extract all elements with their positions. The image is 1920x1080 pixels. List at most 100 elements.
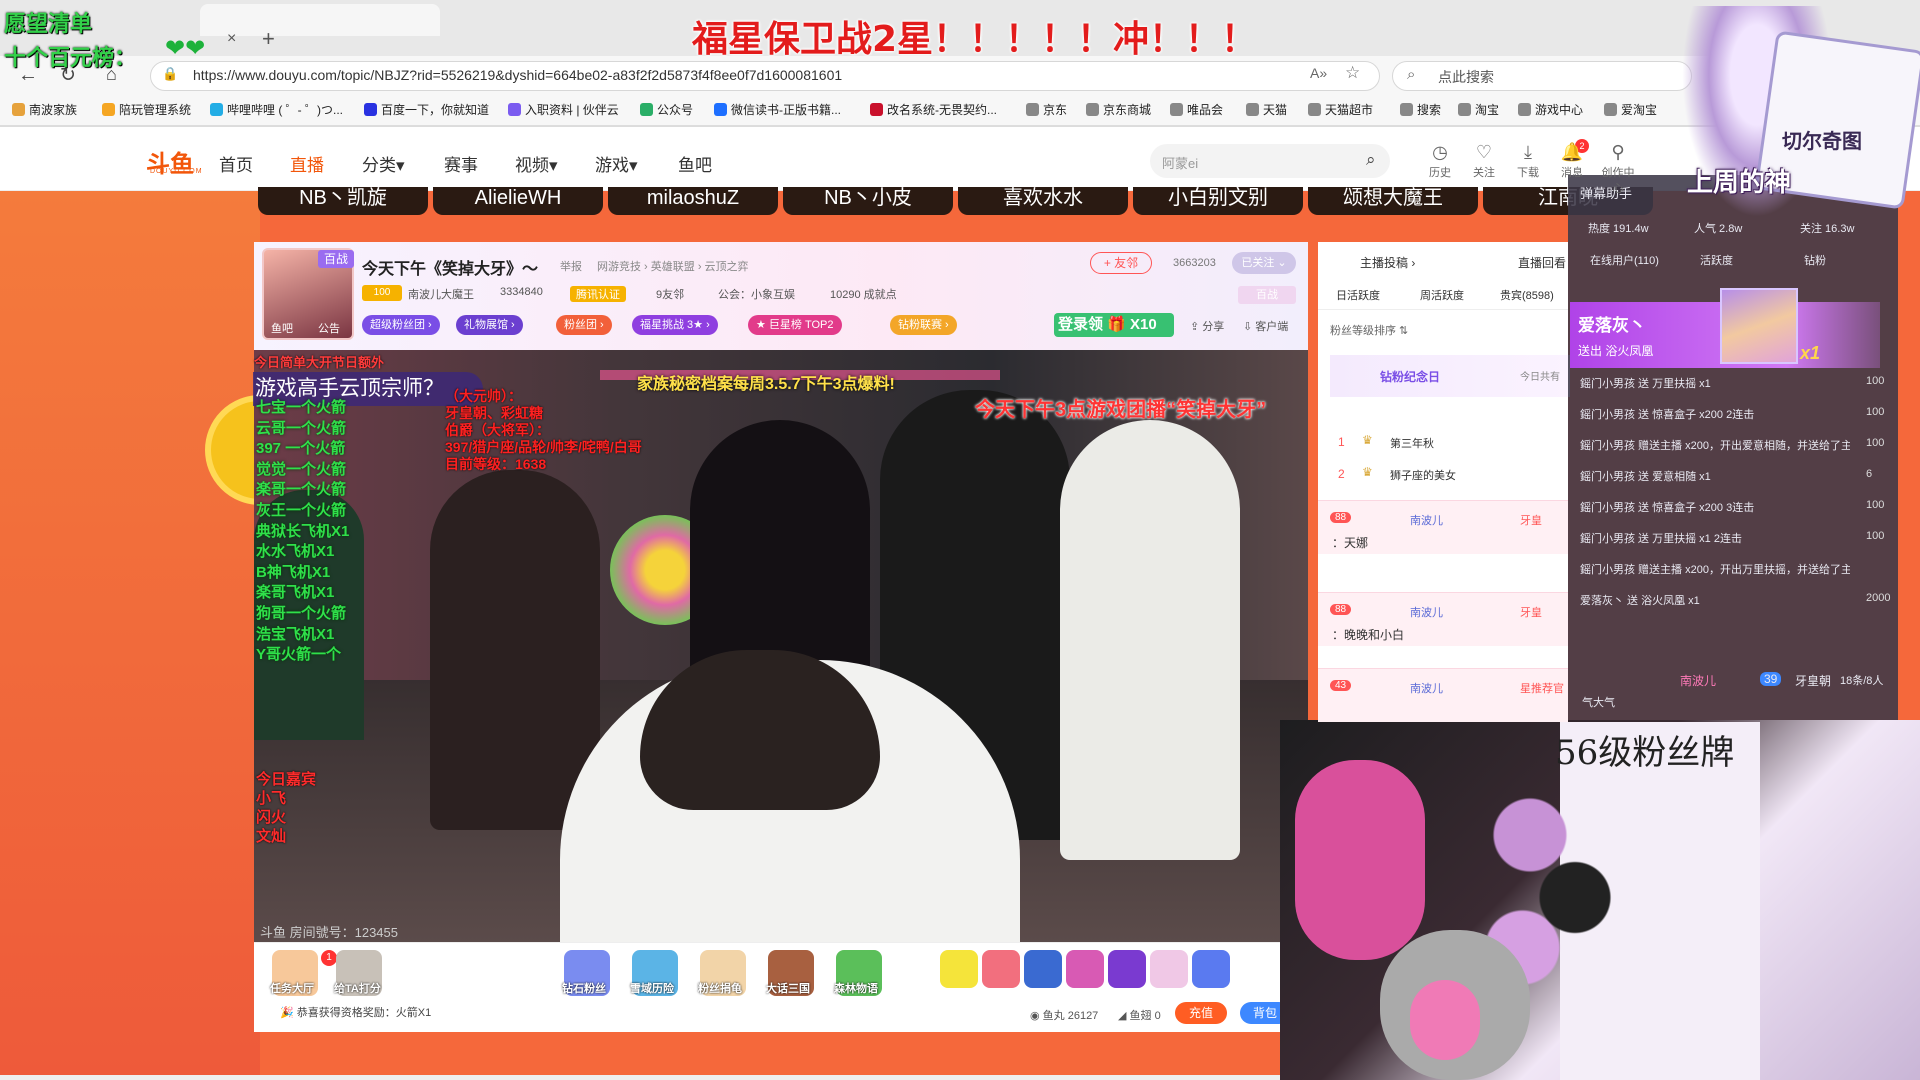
recommend-tab[interactable]: 颂想大魔王 bbox=[1308, 187, 1478, 215]
chat-username[interactable]: 南波儿 bbox=[1410, 604, 1443, 620]
nav-item[interactable]: 赛事 bbox=[444, 151, 478, 176]
recharge-button[interactable]: 充值 bbox=[1175, 1002, 1227, 1024]
header-download-button[interactable]: ⤓ 下载 bbox=[1510, 142, 1546, 180]
gift-label[interactable]: 粉丝捐龟 bbox=[698, 980, 742, 996]
read-aloud-icon[interactable]: A» bbox=[1310, 65, 1327, 81]
bookmark-item[interactable]: 搜索 bbox=[1400, 101, 1441, 118]
bookmark-label: 爱淘宝 bbox=[1621, 103, 1658, 117]
gift-label[interactable]: 雪域历险 bbox=[630, 980, 674, 996]
panel-tab[interactable]: 钻粉 bbox=[1804, 252, 1826, 268]
bookmark-item[interactable]: 哔哩哔哩 ( ゜- ゜)つ... bbox=[210, 101, 343, 118]
bookmark-item[interactable]: 天猫超市 bbox=[1308, 101, 1373, 118]
recommend-tab[interactable]: AlielieWH bbox=[433, 187, 603, 215]
chat-username[interactable]: 南波儿 bbox=[1410, 680, 1443, 696]
header-message-button[interactable]: 🔔 消息 bbox=[1554, 142, 1590, 180]
douyu-logo[interactable]: 斗鱼 DOUYU.COM bbox=[122, 143, 202, 178]
mini-gift-icon[interactable] bbox=[1150, 950, 1188, 988]
header-message-icon: 🔔 bbox=[1560, 142, 1584, 162]
achievement-points[interactable]: 10290 成就点 bbox=[830, 286, 897, 302]
bookmark-item[interactable]: 爱淘宝 bbox=[1604, 101, 1657, 118]
room-pill-button[interactable]: 超级粉丝团 › bbox=[362, 315, 440, 335]
lock-icon[interactable]: 🔒 bbox=[162, 66, 178, 82]
search-icon[interactable]: ⌕ bbox=[1366, 150, 1376, 170]
nav-item[interactable]: 游戏▾ bbox=[595, 151, 638, 176]
nav-item[interactable]: 分类▾ bbox=[362, 151, 405, 176]
room-pill-button[interactable]: 福星挑战 3★ › bbox=[632, 315, 718, 335]
recommend-tab[interactable]: 小白别文别 bbox=[1133, 187, 1303, 215]
gift-label[interactable]: 森林物语 bbox=[834, 980, 878, 996]
rank-name[interactable]: 第三年秋 bbox=[1390, 435, 1434, 451]
nav-item[interactable]: 鱼吧 bbox=[678, 151, 712, 176]
fishbar-link[interactable]: 鱼吧 bbox=[271, 320, 293, 336]
follow-button[interactable]: 已关注 ⌄ bbox=[1232, 252, 1296, 274]
douyu-search-placeholder[interactable]: 阿蒙ei bbox=[1162, 153, 1198, 172]
recommend-tab[interactable]: NB丶凯旋 bbox=[258, 187, 428, 215]
tab-weekly-activity[interactable]: 周活跃度 bbox=[1420, 287, 1464, 303]
mini-gift-icon[interactable] bbox=[1024, 950, 1062, 988]
bookmark-item[interactable]: 南波家族 bbox=[12, 101, 77, 118]
mini-gift-icon[interactable] bbox=[1066, 950, 1104, 988]
recommend-tab[interactable]: milaoshuZ bbox=[608, 187, 778, 215]
nav-item[interactable]: 直播 bbox=[290, 151, 324, 176]
nav-item[interactable]: 首页 bbox=[219, 151, 253, 176]
room-pill-button[interactable]: ★ 巨星榜 TOP2 bbox=[748, 315, 842, 335]
header-history-button[interactable]: ◷ 历史 bbox=[1422, 142, 1458, 180]
bookmark-item[interactable]: 入职资料 | 伙伴云 bbox=[508, 101, 619, 118]
panel-gift-count: 100 bbox=[1866, 437, 1885, 449]
room-pill-button[interactable]: 粉丝团 › bbox=[556, 315, 612, 335]
chat-username[interactable]: 南波儿 bbox=[1410, 512, 1443, 528]
nav-item[interactable]: 视频▾ bbox=[515, 151, 558, 176]
anchor-name[interactable]: 南波儿大魔王 bbox=[408, 286, 474, 302]
rank-name[interactable]: 狮子座的美女 bbox=[1390, 467, 1456, 483]
bookmark-item[interactable]: 京东 bbox=[1026, 101, 1067, 118]
panel-tab[interactable]: 活跃度 bbox=[1700, 252, 1733, 268]
bookmark-item[interactable]: 公众号 bbox=[640, 101, 693, 118]
tab-replay[interactable]: 直播回看 bbox=[1518, 254, 1566, 271]
bookmark-item[interactable]: 微信读书-正版书籍... bbox=[714, 101, 841, 118]
bookmark-item[interactable]: 陪玩管理系统 bbox=[102, 101, 191, 118]
add-friend-button[interactable]: + 友邻 bbox=[1090, 252, 1152, 274]
bookmark-item[interactable]: 唯品会 bbox=[1170, 101, 1223, 118]
bookmark-item[interactable]: 改名系统-无畏契约... bbox=[870, 101, 997, 118]
tab-daily-activity[interactable]: 日活跃度 bbox=[1336, 287, 1380, 303]
url-text[interactable]: https://www.douyu.com/topic/NBJZ?rid=552… bbox=[193, 67, 842, 83]
bookmark-item[interactable]: 游戏中心 bbox=[1518, 101, 1583, 118]
user-level-badge: 43 bbox=[1330, 680, 1352, 691]
bookmark-item[interactable]: 淘宝 bbox=[1458, 101, 1499, 118]
login-claim-button[interactable]: 登录领 🎁 X10 bbox=[1054, 313, 1174, 337]
bookmark-item[interactable]: 百度一下，你就知道 bbox=[364, 101, 489, 118]
sort-label[interactable]: 粉丝等级排序 ⇅ bbox=[1330, 322, 1408, 338]
header-follow-button[interactable]: ♡ 关注 bbox=[1466, 142, 1502, 180]
browser-search-placeholder[interactable]: 点此搜索 bbox=[1438, 67, 1494, 87]
recommend-tab[interactable]: 喜欢水水 bbox=[958, 187, 1128, 215]
gift-label[interactable]: 大话三国 bbox=[766, 980, 810, 996]
panel-tab[interactable]: 在线用户(110) bbox=[1590, 252, 1659, 268]
client-download-button[interactable]: ⇩ 客户端 bbox=[1243, 318, 1288, 334]
gift-label[interactable]: 钻石粉丝 bbox=[562, 980, 606, 996]
mini-gift-icon[interactable] bbox=[1108, 950, 1146, 988]
bookmark-item[interactable]: 京东商城 bbox=[1086, 101, 1151, 118]
share-button[interactable]: ⇪ 分享 bbox=[1190, 318, 1224, 334]
report-link[interactable]: 举报 bbox=[560, 258, 582, 274]
browser-search-box[interactable] bbox=[1392, 61, 1692, 91]
room-categories[interactable]: 网游竞技 › 英雄联盟 › 云顶之弈 bbox=[597, 258, 749, 274]
tab-vip[interactable]: 贵宾(8598) bbox=[1500, 287, 1554, 303]
announcement-link[interactable]: 公告 bbox=[318, 320, 340, 336]
tab-close-icon[interactable]: × bbox=[227, 30, 236, 48]
bookmark-item[interactable]: 天猫 bbox=[1246, 101, 1287, 118]
header-creator-button[interactable]: ⚲ 创作中心 bbox=[1600, 142, 1636, 196]
favorite-star-icon[interactable]: ☆ bbox=[1345, 63, 1360, 83]
gift-label[interactable]: 任务大厅 bbox=[270, 980, 314, 996]
neighbors[interactable]: 9友邻 bbox=[656, 286, 684, 302]
tab-anchor-posts[interactable]: 主播投稿 › bbox=[1360, 254, 1415, 271]
room-pill-button[interactable]: 钻粉联赛 › bbox=[890, 315, 957, 335]
new-tab-icon[interactable]: + bbox=[262, 26, 275, 52]
guild[interactable]: 公会：小象互娱 bbox=[718, 286, 795, 302]
mini-gift-icon[interactable] bbox=[940, 950, 978, 988]
mini-gift-icon[interactable] bbox=[982, 950, 1020, 988]
bottom-scrollbar[interactable] bbox=[0, 1075, 1280, 1080]
room-pill-button[interactable]: 礼物展馆 › bbox=[456, 315, 523, 335]
recommend-tab[interactable]: NB丶小皮 bbox=[783, 187, 953, 215]
mini-gift-icon[interactable] bbox=[1192, 950, 1230, 988]
gift-label[interactable]: 给TA打分 bbox=[334, 980, 381, 996]
